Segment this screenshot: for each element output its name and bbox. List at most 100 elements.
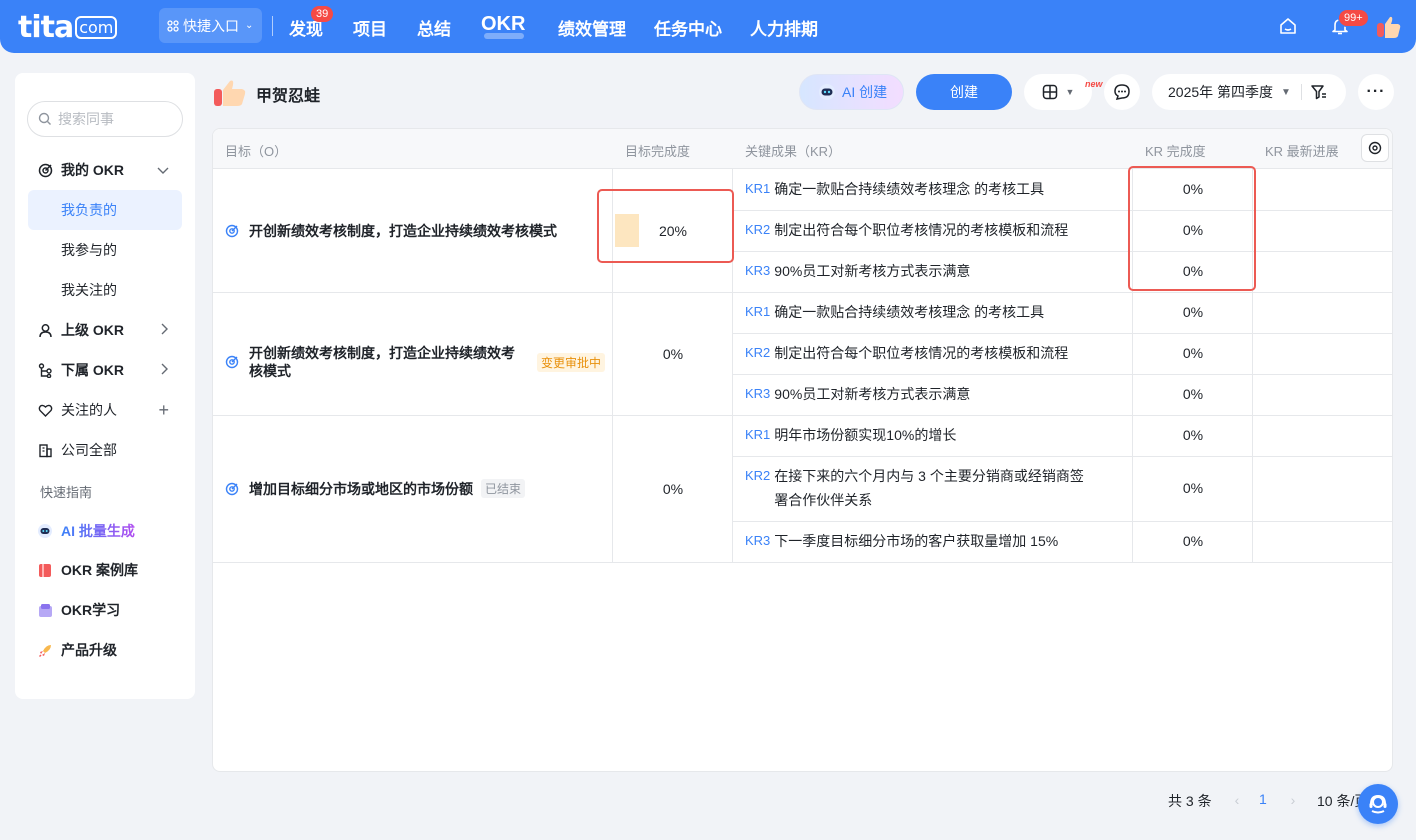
kr-number: KR2: [745, 468, 771, 483]
customer-service-button[interactable]: [1358, 784, 1398, 824]
page-number[interactable]: 1: [1259, 791, 1267, 807]
comment-button[interactable]: [1104, 74, 1140, 110]
chevron-down-icon: ⌄: [245, 20, 254, 31]
nav-summary[interactable]: 总结: [417, 15, 451, 40]
more-options-button[interactable]: ···: [1358, 74, 1394, 110]
prev-page-button[interactable]: ‹: [1226, 789, 1248, 811]
search-placeholder: 搜索同事: [58, 111, 114, 127]
status-badge: 已结束: [481, 479, 526, 498]
objective-progress: 0%: [662, 346, 684, 362]
sidebar-item-followed-okr[interactable]: 我关注的: [28, 270, 182, 310]
kr-row[interactable]: KR2 制定出符合每个职位考核情况的考核模板和流程: [745, 218, 1125, 242]
quick-entry-label: 快捷入口: [183, 17, 239, 34]
user-icon: [37, 322, 53, 338]
kr-number: KR3: [745, 533, 771, 548]
sidebar-label: 上级 OKR: [61, 322, 124, 338]
next-page-button[interactable]: ›: [1282, 789, 1304, 811]
kr-row[interactable]: KR1 明年市场份额实现10%的增长: [745, 423, 1125, 447]
objective-row[interactable]: 开创新绩效考核制度，打造企业持续绩效考核模式 变更审批中: [225, 344, 605, 380]
kr-progress: 0%: [1182, 533, 1204, 549]
sidebar-item-case-library[interactable]: OKR 案例库: [15, 550, 195, 590]
status-badge: 变更审批中: [536, 352, 605, 372]
kr-row[interactable]: KR3 下一季度目标细分市场的客户获取量增加 15%: [745, 529, 1125, 553]
sidebar-label: 产品升级: [61, 642, 117, 658]
column-settings-button[interactable]: [1361, 134, 1389, 162]
kr-divider: [732, 374, 1392, 375]
sidebar-item-ai-batch[interactable]: AI 批量生成: [15, 511, 195, 551]
kr-number: KR1: [745, 181, 771, 196]
user-avatar: [213, 78, 247, 108]
layout-icon: [1042, 84, 1057, 100]
headset-icon: [1369, 794, 1387, 814]
sidebar-label: OKR 案例库: [61, 562, 138, 578]
notification-badge: 99+: [1338, 9, 1369, 27]
kr-number: KR2: [745, 345, 771, 360]
kr-progress: 0%: [1182, 304, 1204, 320]
sidebar-item-company-all[interactable]: 公司全部: [15, 430, 195, 470]
plus-icon[interactable]: +: [158, 400, 169, 421]
kr-number: KR2: [745, 222, 771, 237]
sidebar-item-responsible[interactable]: 我负责的: [28, 190, 182, 230]
ai-robot-icon: [37, 523, 53, 539]
sidebar-item-okr-learning[interactable]: OKR学习: [15, 590, 195, 630]
nav-project[interactable]: 项目: [353, 15, 387, 40]
kr-row[interactable]: KR3 90%员工对新考核方式表示满意: [745, 382, 1125, 406]
nav-divider: [272, 16, 273, 36]
divider: [1301, 84, 1302, 100]
search-input[interactable]: 搜索同事: [27, 101, 183, 137]
sidebar-item-participated[interactable]: 我参与的: [28, 230, 182, 270]
kr-text: 在接下来的六个月内与 3 个主要分销商或经销商签署合作伙伴关系: [774, 468, 1084, 508]
sidebar-label: 公司全部: [61, 442, 117, 458]
pagination-total: 共 3 条: [1168, 793, 1212, 809]
sidebar-item-superior-okr[interactable]: 上级 OKR: [15, 310, 195, 350]
row-divider: [213, 562, 1392, 563]
sidebar-item-followed-people[interactable]: 关注的人 +: [15, 390, 195, 430]
sidebar-item-subordinate-okr[interactable]: 下属 OKR: [15, 350, 195, 390]
kr-row[interactable]: KR2 在接下来的六个月内与 3 个主要分销商或经销商签署合作伙伴关系: [745, 464, 1095, 512]
view-switch-button[interactable]: ▼: [1024, 74, 1092, 110]
sidebar-label: AI 批量生成: [61, 523, 135, 539]
quick-entry-button[interactable]: 快捷入口 ⌄: [159, 8, 262, 43]
kr-divider: [732, 521, 1392, 522]
kr-number: KR1: [745, 427, 771, 442]
objective-title: 增加目标细分市场或地区的市场份额: [249, 480, 473, 497]
col-objective-progress: 目标完成度: [625, 144, 691, 159]
quick-guide-heading: 快速指南: [40, 485, 93, 500]
home-icon[interactable]: [1278, 16, 1300, 38]
kr-row[interactable]: KR3 90%员工对新考核方式表示满意: [745, 259, 1125, 283]
objective-row[interactable]: 开创新绩效考核制度，打造企业持续绩效考核模式: [225, 222, 605, 240]
nav-task-center[interactable]: 任务中心: [654, 15, 722, 40]
settings-icon: [1368, 141, 1382, 155]
kr-number: KR3: [745, 263, 771, 278]
create-button[interactable]: 创建: [916, 74, 1012, 110]
kr-text: 90%员工对新考核方式表示满意: [774, 386, 971, 402]
sidebar: 搜索同事 我的 OKR 我负责的 我参与的 我关注的 上级 OKR 下属 OKR…: [15, 73, 195, 699]
kr-row[interactable]: KR2 制定出符合每个职位考核情况的考核模板和流程: [745, 341, 1125, 365]
nav-performance[interactable]: 绩效管理: [558, 15, 626, 40]
sidebar-label: 我的 OKR: [61, 162, 124, 178]
period-selector[interactable]: 2025年 第四季度 ▼: [1152, 74, 1346, 110]
row-divider: [213, 292, 1392, 293]
chevron-down-icon[interactable]: [157, 162, 169, 178]
kr-text: 确定一款贴合持续绩效考核理念 的考核工具: [774, 181, 1045, 197]
sidebar-item-product-upgrade[interactable]: 产品升级: [15, 630, 195, 670]
kr-row[interactable]: KR1 确定一款贴合持续绩效考核理念 的考核工具: [745, 177, 1125, 201]
tita-logo[interactable]: tita com: [18, 10, 118, 45]
kr-progress: 0%: [1182, 480, 1204, 496]
col-kr-progress: KR 完成度: [1145, 144, 1206, 159]
avatar[interactable]: [1376, 14, 1402, 40]
nav-staff-schedule[interactable]: 人力排期: [750, 15, 818, 40]
discover-badge: 39: [311, 6, 334, 22]
kr-progress: 0%: [1182, 386, 1204, 402]
search-icon: [38, 112, 51, 125]
kr-row[interactable]: KR1 确定一款贴合持续绩效考核理念 的考核工具: [745, 300, 1125, 324]
heart-icon: [37, 402, 53, 418]
caret-down-icon: ▼: [1065, 87, 1075, 97]
objective-row[interactable]: 增加目标细分市场或地区的市场份额 已结束: [225, 479, 605, 498]
filter-icon[interactable]: [1310, 83, 1328, 104]
sidebar-label: 关注的人: [61, 402, 117, 418]
ai-create-button[interactable]: AI 创建: [799, 74, 904, 110]
sidebar-item-my-okr[interactable]: 我的 OKR: [15, 150, 195, 190]
objective-title: 开创新绩效考核制度，打造企业持续绩效考核模式: [249, 223, 557, 239]
target-icon: [225, 224, 239, 238]
